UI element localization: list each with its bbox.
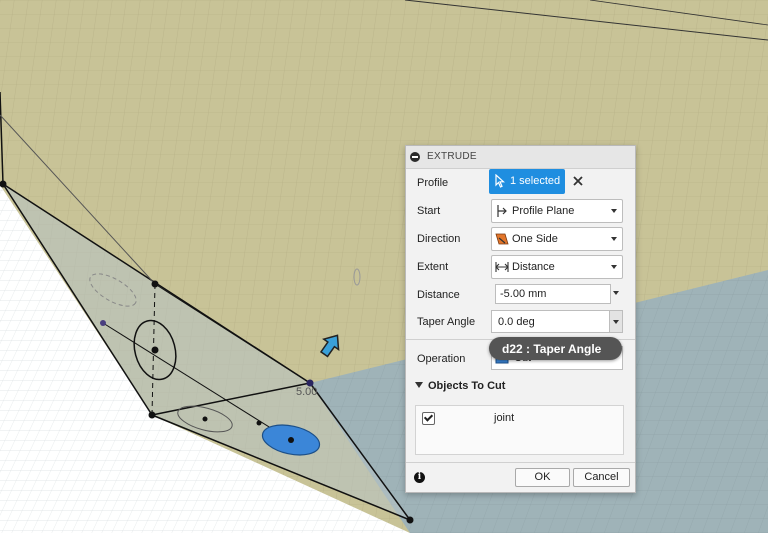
profile-label: Profile bbox=[417, 177, 449, 189]
start-dropdown[interactable]: Profile Plane bbox=[491, 199, 623, 223]
taper-chevron-down-icon[interactable] bbox=[609, 311, 622, 332]
cancel-button[interactable]: Cancel bbox=[573, 468, 630, 487]
one-side-icon bbox=[495, 233, 509, 245]
viewport-canvas[interactable]: 5.00 bbox=[0, 0, 768, 533]
profile-select-button[interactable]: 1 selected bbox=[489, 169, 565, 194]
taper-angle-input[interactable]: 0.0 deg bbox=[491, 310, 623, 333]
divider bbox=[406, 462, 635, 463]
extent-dropdown[interactable]: Distance bbox=[491, 255, 623, 279]
operation-label: Operation bbox=[417, 353, 466, 365]
taper-angle-tooltip: d22 : Taper Angle bbox=[489, 337, 622, 360]
distance-label: Distance bbox=[417, 289, 460, 301]
info-icon[interactable]: i bbox=[414, 472, 425, 483]
chevron-down-icon bbox=[611, 209, 617, 213]
profile-value: 1 selected bbox=[510, 175, 561, 187]
triangle-down-icon[interactable] bbox=[415, 382, 423, 388]
extent-label: Extent bbox=[417, 261, 449, 273]
direction-value: One Side bbox=[512, 233, 558, 245]
distance-icon bbox=[495, 262, 509, 272]
direction-dropdown[interactable]: One Side bbox=[491, 227, 623, 251]
dimension-label: 5.00 bbox=[296, 386, 317, 398]
start-value: Profile Plane bbox=[512, 205, 575, 217]
chevron-down-icon bbox=[611, 265, 617, 269]
extrude-panel: EXTRUDE Profile 1 selected Start Profile… bbox=[405, 145, 636, 493]
start-label: Start bbox=[417, 205, 441, 217]
taper-angle-value: 0.0 deg bbox=[498, 316, 535, 328]
collapse-icon[interactable] bbox=[410, 152, 420, 162]
ok-button[interactable]: OK bbox=[515, 468, 570, 487]
object-name: joint bbox=[494, 412, 515, 424]
chevron-down-icon bbox=[611, 237, 617, 241]
distance-value: -5.00 mm bbox=[500, 288, 547, 300]
panel-header[interactable]: EXTRUDE bbox=[406, 146, 635, 169]
close-icon[interactable] bbox=[572, 175, 584, 187]
objects-list: joint bbox=[415, 405, 624, 455]
tooltip-text: d22 : Taper Angle bbox=[502, 342, 602, 356]
checkbox-icon[interactable] bbox=[422, 412, 435, 425]
distance-input[interactable]: -5.00 mm bbox=[495, 284, 611, 304]
panel-title: EXTRUDE bbox=[427, 151, 477, 162]
cursor-icon bbox=[495, 174, 505, 188]
direction-label: Direction bbox=[417, 233, 461, 245]
objects-to-cut-heading[interactable]: Objects To Cut bbox=[428, 380, 505, 392]
profile-plane-icon bbox=[497, 205, 507, 217]
taper-angle-label: Taper Angle bbox=[417, 316, 476, 328]
distance-chevron-down-icon[interactable] bbox=[613, 291, 619, 295]
extent-value: Distance bbox=[512, 261, 555, 273]
